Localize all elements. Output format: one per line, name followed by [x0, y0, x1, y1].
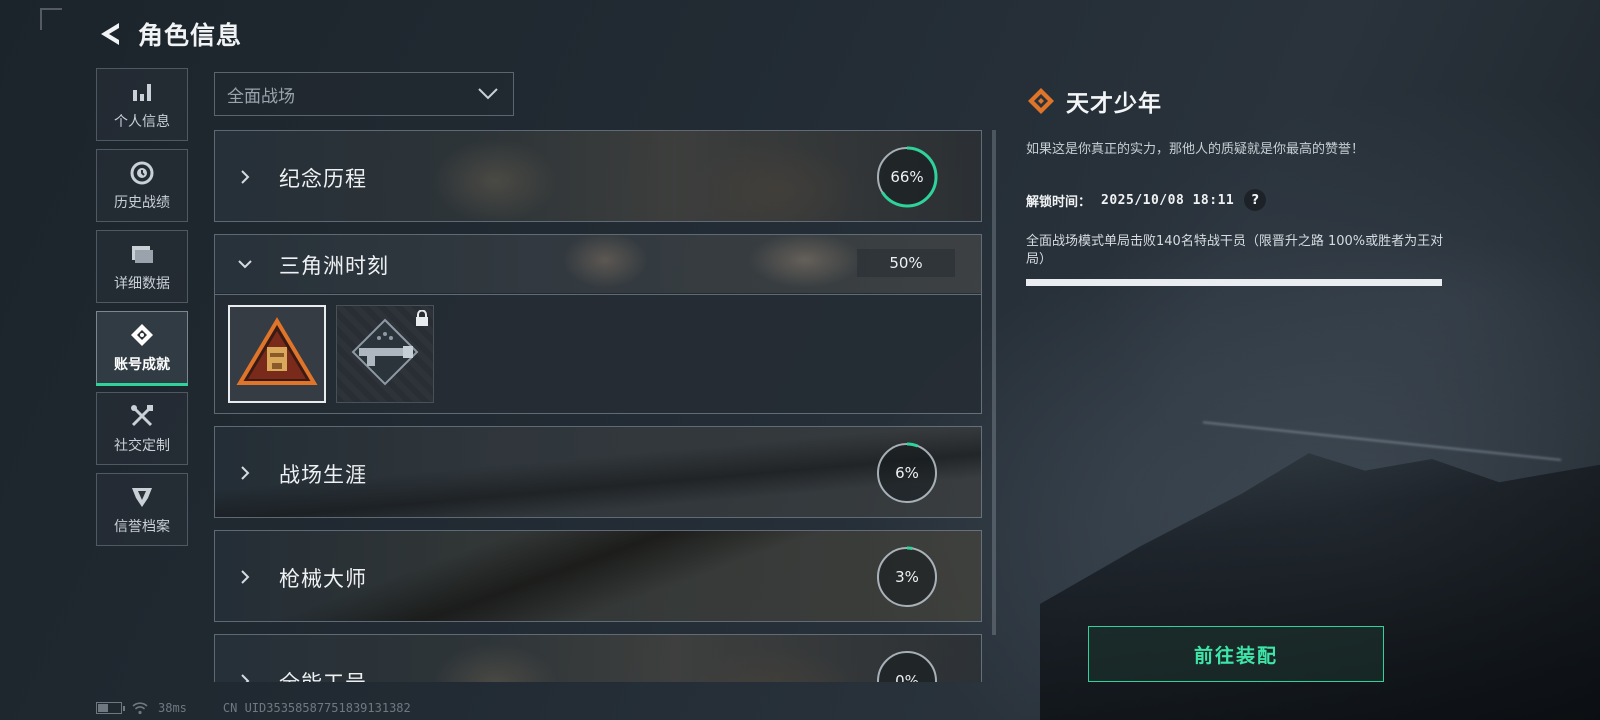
header: 角色信息	[96, 14, 242, 54]
achievement-category-list: 纪念历程 66% 三角洲时刻 50% 战场生涯 6% 枪械大师 3% 0%	[214, 130, 982, 682]
page-title: 角色信息	[138, 21, 243, 50]
sidebar-item-label: 详细数据	[114, 275, 170, 292]
unlock-time-row: 解锁时间： 2025/10/08 18:11 ?	[1026, 189, 1446, 211]
condition-progress-fill	[1026, 279, 1442, 286]
badge-slot-locked[interactable]	[336, 305, 434, 403]
wifi-icon	[132, 702, 148, 715]
sidebar: 个人信息 历史战绩 详细数据 账号成就 社交定制 信誉档案	[96, 68, 188, 546]
sidebar-item-history[interactable]: 历史战绩	[96, 149, 188, 222]
tools-icon	[129, 403, 155, 429]
category-name: 战场生涯	[279, 463, 367, 487]
sidebar-item-label: 社交定制	[114, 437, 170, 454]
achievement-title: 天才少年	[1066, 91, 1162, 117]
achievement-detail-panel: 天才少年 如果这是你真正的实力，那他人的质疑就是你最高的赞誉！ 解锁时间： 20…	[1026, 84, 1446, 286]
go-equip-button[interactable]: 前往装配	[1088, 626, 1384, 682]
chevron-down-icon	[478, 88, 498, 100]
progress-ring: 66%	[875, 145, 939, 209]
sidebar-item-label: 账号成就	[114, 356, 170, 373]
category-name: 纪念历程	[279, 167, 367, 191]
sidebar-item-reputation[interactable]: 信誉档案	[96, 473, 188, 546]
achievement-description: 如果这是你真正的实力，那他人的质疑就是你最高的赞誉！	[1026, 142, 1365, 157]
progress-ring: 3%	[875, 545, 939, 609]
ping-value: 38ms	[158, 701, 187, 715]
detail-title-row: 天才少年	[1026, 84, 1446, 118]
shield-emblem-icon	[129, 484, 155, 510]
sidebar-item-details[interactable]: 详细数据	[96, 230, 188, 303]
sidebar-item-profile[interactable]: 个人信息	[96, 68, 188, 141]
battery-icon	[96, 702, 125, 714]
back-button[interactable]	[96, 19, 126, 49]
sidebar-item-label: 历史战绩	[114, 194, 170, 211]
chevron-right-icon	[241, 466, 250, 480]
progress-percent: 66%	[890, 168, 924, 186]
category-name: 全能工号	[279, 667, 367, 682]
mode-filter-dropdown[interactable]: 全面战场	[214, 72, 514, 116]
progress-percent: 50%	[857, 249, 955, 277]
progress-ring: 0%	[875, 649, 939, 682]
bar-chart-icon	[129, 79, 155, 105]
category-name: 三角洲时刻	[279, 254, 389, 278]
sidebar-item-achievements[interactable]: 账号成就	[96, 311, 188, 386]
chevron-down-icon	[238, 260, 252, 269]
badge-slot-selected[interactable]	[228, 305, 326, 403]
progress-percent: 3%	[895, 568, 919, 586]
chevron-right-icon	[241, 674, 250, 682]
progress-percent: 6%	[895, 464, 919, 482]
badge-grid	[215, 294, 981, 413]
folder-icon	[129, 241, 155, 267]
mode-filter-value: 全面战场	[227, 86, 295, 107]
achievement-condition: 全面战场模式单局击败140名特战干员（限晋升之路 100%或胜者为王对局）	[1026, 234, 1444, 267]
unlock-time-value: 2025/10/08 18:11	[1101, 192, 1235, 208]
player-uid: CN UID353585877518391313​82	[222, 701, 411, 715]
sidebar-item-label: 个人信息	[114, 113, 170, 130]
corner-mark	[40, 8, 62, 30]
sidebar-item-label: 信誉档案	[114, 518, 170, 535]
triangle-crate-badge-icon	[236, 317, 318, 385]
progress-ring: 6%	[875, 441, 939, 505]
category-name: 枪械大师	[279, 567, 367, 591]
category-weapon-master[interactable]: 枪械大师 3%	[214, 530, 982, 622]
category-memorial[interactable]: 纪念历程 66%	[214, 130, 982, 222]
condition-progress-bar	[1026, 279, 1442, 286]
achievement-diamond-icon	[1028, 88, 1054, 114]
achievement-icon	[129, 322, 155, 348]
chevron-right-icon	[241, 170, 250, 184]
chevron-right-icon	[241, 570, 250, 584]
history-clock-icon	[129, 160, 155, 186]
category-all-round[interactable]: 全能工号 0%	[214, 634, 982, 682]
unlock-time-label: 解锁时间：	[1026, 194, 1092, 210]
category-battlefield-career[interactable]: 战场生涯 6%	[214, 426, 982, 518]
progress-percent: 0%	[895, 672, 919, 682]
sidebar-item-social[interactable]: 社交定制	[96, 392, 188, 465]
status-bar: 38ms CN UID353585877518391313​82	[96, 700, 411, 716]
help-button[interactable]: ?	[1244, 189, 1267, 211]
lock-icon	[416, 310, 428, 326]
category-delta-moments[interactable]: 三角洲时刻 50%	[214, 234, 982, 414]
back-arrow-icon	[101, 23, 119, 45]
scrollbar-track[interactable]	[992, 130, 996, 635]
